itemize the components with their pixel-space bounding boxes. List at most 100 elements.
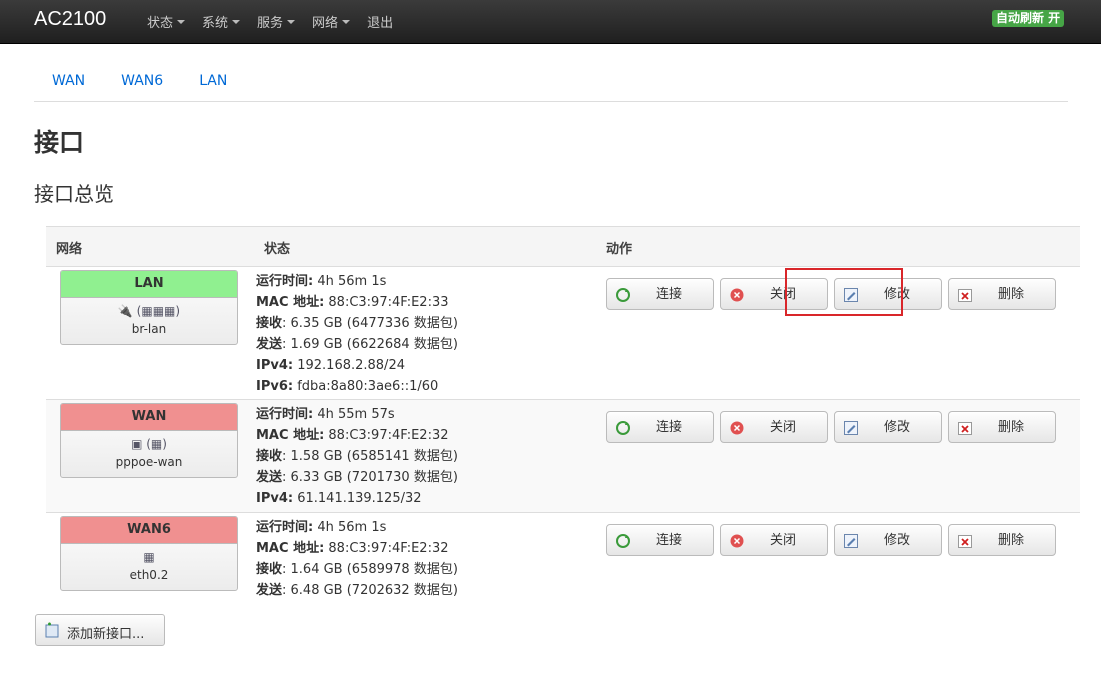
status-key: IPv4: [256, 491, 294, 506]
interfaces-table: 网络 状态 动作 LAN 🔌 (▦▦▦) br-lan 运行时间: 4h 56m 1s… [46, 226, 1080, 599]
menu-system[interactable]: 系统 [202, 12, 241, 31]
interface-badge: WAN ▣ (▦) pppoe-wan [60, 403, 238, 478]
add-interface-icon [45, 622, 59, 638]
interface-name: LAN [61, 271, 237, 298]
status-key: MAC 地址: [256, 428, 325, 443]
delete-button-label: 删除 [997, 287, 1024, 302]
status-key: 运行时间: [256, 407, 314, 422]
menu-services-label: 服务 [257, 16, 284, 31]
table-row: LAN 🔌 (▦▦▦) br-lan 运行时间: 4h 56m 1s MAC 地址: 8… [46, 266, 1080, 399]
connect-button-label: 连接 [655, 287, 682, 302]
edit-icon [844, 421, 858, 435]
status-line: 发送: 6.48 GB (7202632 数据包) [256, 580, 458, 601]
status-value: 88:C3:97:4F:E2:32 [324, 541, 449, 556]
delete-button[interactable]: 删除 [948, 278, 1056, 310]
edit-icon [844, 288, 858, 302]
header-network: 网络 [56, 242, 83, 257]
status-key: 发送 [256, 470, 283, 485]
interface-device: pppoe-wan [115, 455, 183, 469]
header-actions: 动作 [606, 242, 633, 257]
caret-down-icon [342, 19, 351, 24]
status-key: 接收 [256, 562, 283, 577]
status-line: IPv4: 192.168.2.88/24 [256, 355, 458, 376]
edit-button-label: 修改 [883, 420, 910, 435]
page-title: 接口 [34, 128, 85, 157]
interface-device: eth0.2 [129, 568, 169, 582]
status-line: 运行时间: 4h 56m 1s [256, 271, 458, 292]
connect-button[interactable]: 连接 [606, 278, 714, 310]
status-line: MAC 地址: 88:C3:97:4F:E2:32 [256, 538, 458, 559]
connect-button-label: 连接 [655, 420, 682, 435]
stop-button[interactable]: 关闭 [720, 524, 828, 556]
edit-icon [844, 534, 858, 548]
edit-button-label: 修改 [883, 533, 910, 548]
table-row: WAN ▣ (▦) pppoe-wan 运行时间: 4h 55m 57s MAC 地址:… [46, 399, 1080, 512]
delete-button[interactable]: 删除 [948, 524, 1056, 556]
shutdown-icon [730, 534, 744, 548]
delete-icon [958, 289, 972, 302]
autorefresh-toggle[interactable]: 自动刷新 开 [992, 10, 1065, 27]
status-value: : 1.58 GB (6585141 数据包) [282, 449, 458, 464]
status-value: 4h 56m 1s [313, 520, 387, 535]
status-line: MAC 地址: 88:C3:97:4F:E2:33 [256, 292, 458, 313]
interface-device: br-lan [131, 322, 167, 336]
reconnect-icon [616, 534, 630, 548]
tab-lan[interactable]: LAN [181, 66, 245, 101]
delete-button[interactable]: 删除 [948, 411, 1056, 443]
status-value: 88:C3:97:4F:E2:32 [324, 428, 449, 443]
connect-button[interactable]: 连接 [606, 524, 714, 556]
stop-button-label: 关闭 [769, 533, 796, 548]
network-device-icon: 🔌 (▦▦▦) [117, 304, 181, 318]
status-key: 运行时间: [256, 274, 314, 289]
delete-icon [958, 535, 972, 548]
stop-button-label: 关闭 [769, 287, 796, 302]
menu-status-label: 状态 [147, 16, 174, 31]
network-device-icon: ▦ [143, 550, 155, 564]
interface-name: WAN [61, 404, 237, 431]
status-value: 192.168.2.88/24 [293, 358, 405, 373]
status-line: 接收: 6.35 GB (6477336 数据包) [256, 313, 458, 334]
edit-button[interactable]: 修改 [834, 278, 942, 310]
status-value: 4h 56m 1s [313, 274, 387, 289]
delete-icon [958, 422, 972, 435]
menu-logout[interactable]: 退出 [367, 12, 393, 31]
table-row: WAN6 ▦ eth0.2 运行时间: 4h 56m 1s MAC 地址: 88:C3:… [46, 512, 1080, 599]
shutdown-icon [730, 288, 744, 302]
menu-status[interactable]: 状态 [147, 12, 186, 31]
reconnect-icon [616, 288, 630, 302]
status-key: 接收 [256, 316, 283, 331]
menu-network[interactable]: 网络 [312, 12, 351, 31]
connect-button-label: 连接 [655, 533, 682, 548]
status-key: 接收 [256, 449, 283, 464]
main-menu: 状态 系统 服务 网络 退出 [147, 0, 410, 43]
add-interface-button[interactable]: 添加新接口... [35, 614, 165, 646]
connect-button[interactable]: 连接 [606, 411, 714, 443]
interface-badge: WAN6 ▦ eth0.2 [60, 516, 238, 591]
menu-services[interactable]: 服务 [257, 12, 296, 31]
stop-button[interactable]: 关闭 [720, 411, 828, 443]
status-key: IPv6: [256, 379, 294, 394]
edit-button[interactable]: 修改 [834, 524, 942, 556]
status-line: IPv6: fdba:8a80:3ae6::1/60 [256, 376, 458, 397]
status-value: : 6.35 GB (6477336 数据包) [282, 316, 458, 331]
status-line: 运行时间: 4h 56m 1s [256, 517, 458, 538]
stop-button[interactable]: 关闭 [720, 278, 828, 310]
menu-logout-label: 退出 [367, 16, 394, 31]
caret-down-icon [177, 19, 186, 24]
menu-network-label: 网络 [312, 16, 339, 31]
table-header: 网络 状态 动作 [46, 226, 1080, 266]
edit-button[interactable]: 修改 [834, 411, 942, 443]
tab-wan[interactable]: WAN [34, 66, 103, 101]
status-line: IPv4: 61.141.139.125/32 [256, 488, 458, 509]
tab-wan6[interactable]: WAN6 [103, 66, 181, 101]
status-value: : 6.48 GB (7202632 数据包) [282, 583, 458, 598]
shutdown-icon [730, 421, 744, 435]
status-value: : 1.69 GB (6622684 数据包) [282, 337, 458, 352]
interface-tabs: WAN WAN6 LAN [34, 66, 1068, 102]
caret-down-icon [287, 19, 296, 24]
interface-badge: LAN 🔌 (▦▦▦) br-lan [60, 270, 238, 345]
status-value: : 1.64 GB (6589978 数据包) [282, 562, 458, 577]
interface-name: WAN6 [61, 517, 237, 544]
brand-logo[interactable]: AC2100 [34, 8, 106, 31]
menu-system-label: 系统 [202, 16, 229, 31]
